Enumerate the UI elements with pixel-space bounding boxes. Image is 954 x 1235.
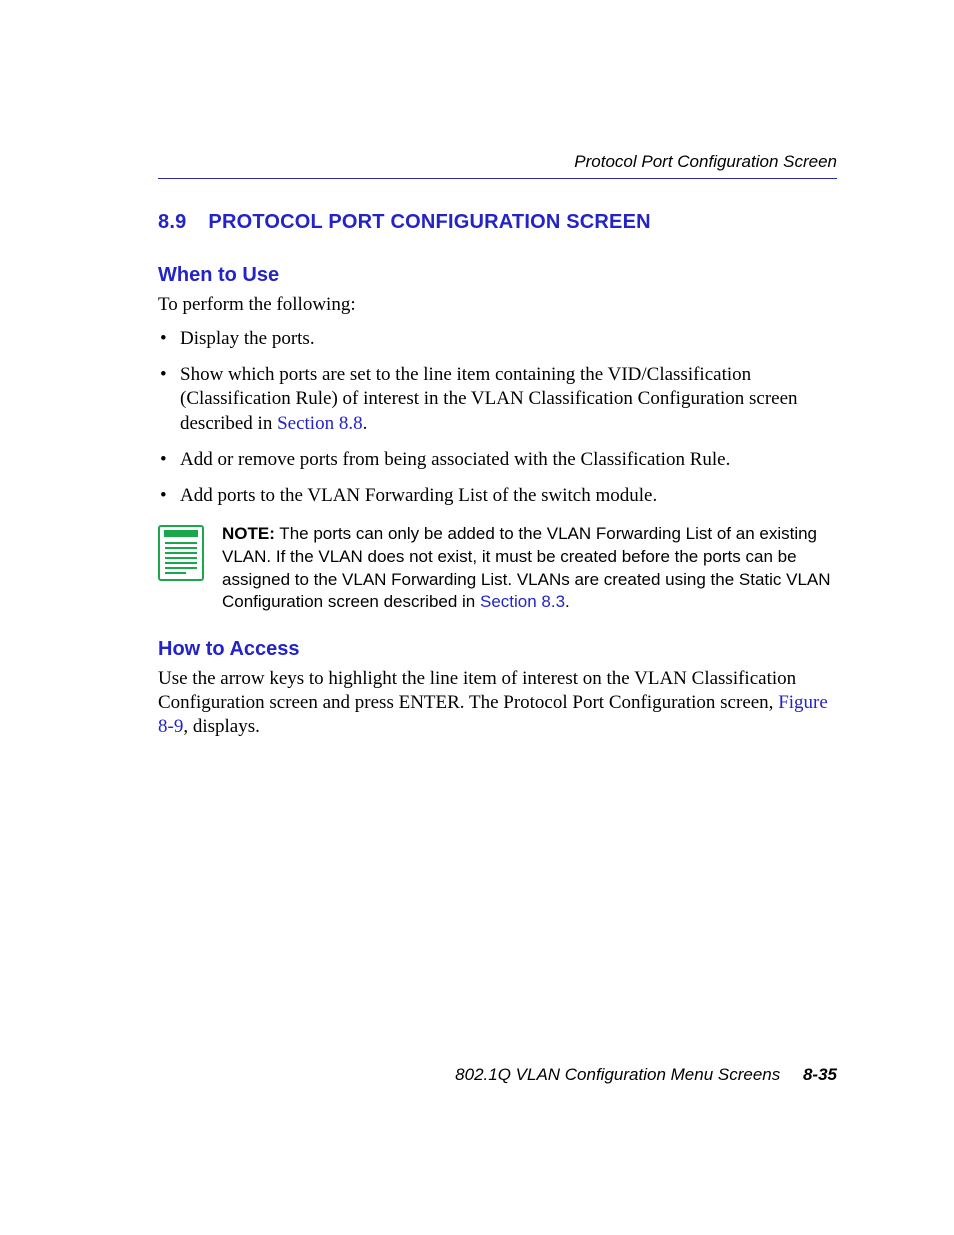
bullet-list: Display the ports. Show which ports are … [158,327,837,509]
list-item: Show which ports are set to the line ite… [158,363,837,436]
document-page: Protocol Port Configuration Screen 8.9 PR… [0,0,954,1235]
list-item-text: Show which ports are set to the line ite… [180,364,798,434]
page-number: 8-35 [803,1065,837,1084]
how-to-access-paragraph: Use the arrow keys to highlight the line… [158,667,837,738]
subheading-when-to-use: When to Use [158,264,837,287]
list-item: Display the ports. [158,327,837,351]
note-text: NOTE: The ports can only be added to the… [222,523,837,615]
note-box: NOTE: The ports can only be added to the… [158,523,837,615]
section-title: PROTOCOL PORT CONFIGURATION SCREEN [208,211,650,233]
footer-text: 802.1Q VLAN Configuration Menu Screens [455,1065,780,1084]
paragraph-text: , displays. [183,716,260,737]
running-head: Protocol Port Configuration Screen [158,152,837,172]
list-item: Add ports to the VLAN Forwarding List of… [158,484,837,508]
note-body: . [565,592,570,611]
list-item: Add or remove ports from being associate… [158,448,837,472]
list-item-text: . [363,413,368,434]
paragraph-text: Use the arrow keys to highlight the line… [158,668,796,713]
intro-paragraph: To perform the following: [158,293,837,317]
header-rule [158,178,837,179]
page-footer: 802.1Q VLAN Configuration Menu Screens 8… [455,1065,837,1085]
note-icon [158,525,204,586]
section-number: 8.9 [158,211,186,234]
cross-ref-link[interactable]: Section 8.3 [480,592,565,611]
cross-ref-link[interactable]: Section 8.8 [277,413,363,434]
note-label: NOTE: [222,524,275,543]
section-heading: 8.9 PROTOCOL PORT CONFIGURATION SCREEN [158,211,837,234]
subheading-how-to-access: How to Access [158,638,837,661]
